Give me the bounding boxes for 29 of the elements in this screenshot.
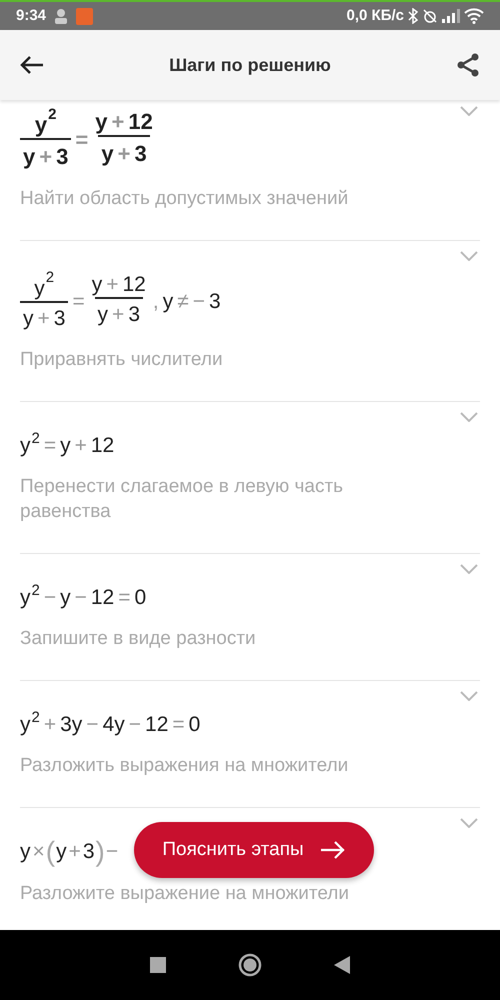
step-description: Перенести слагаемое в левую часть равенства xyxy=(20,475,344,524)
alarm-off-icon xyxy=(422,8,438,24)
step-description: Разложите выражение на множители xyxy=(20,882,350,906)
share-icon[interactable] xyxy=(456,53,480,77)
network-speed: 0,0 КБ/с xyxy=(346,6,404,26)
step-description: Приравнять числители xyxy=(20,348,224,372)
arrow-right-icon xyxy=(320,840,346,860)
step-description: Запишите в виде разности xyxy=(20,627,257,652)
step-description: Разложить выражения на множители xyxy=(20,754,350,778)
wifi-icon xyxy=(464,8,484,24)
status-time: 9:34 xyxy=(16,6,46,26)
chevron-down-icon[interactable] xyxy=(460,106,478,116)
explain-steps-button[interactable]: Пояснить этапы xyxy=(134,822,374,878)
chevron-down-icon[interactable] xyxy=(460,690,478,701)
back-icon[interactable] xyxy=(334,956,350,974)
chevron-down-icon[interactable] xyxy=(460,564,478,574)
home-icon[interactable] xyxy=(238,953,262,977)
chevron-down-icon[interactable] xyxy=(460,818,478,828)
formula: y×(y+3)− xyxy=(20,836,118,868)
step-description: Найти область допустимых значений xyxy=(20,187,350,211)
recent-apps-icon[interactable] xyxy=(150,957,166,973)
chevron-down-icon[interactable] xyxy=(460,250,478,261)
page-title: Шаги по решению xyxy=(169,54,331,77)
person-icon xyxy=(54,8,68,24)
bluetooth-icon xyxy=(408,8,418,24)
chevron-down-icon[interactable] xyxy=(460,412,478,422)
signal-icon xyxy=(442,9,460,23)
back-arrow-icon[interactable] xyxy=(20,55,44,75)
notification-icon xyxy=(76,8,94,24)
